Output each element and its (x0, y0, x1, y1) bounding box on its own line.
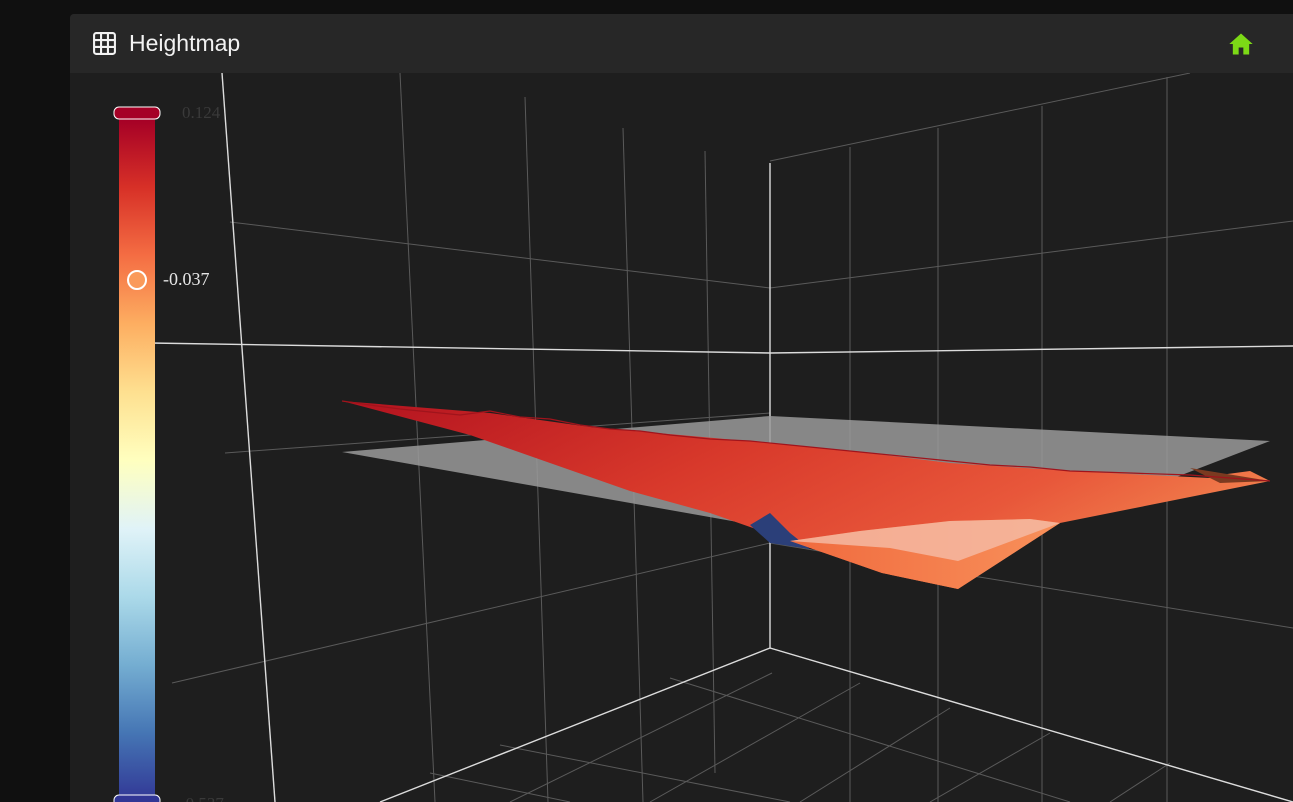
surface-plot[interactable]: 0.124 -0.037 -0.537 (70, 73, 1293, 802)
colorbar[interactable] (113, 106, 161, 802)
colorbar-min-handle[interactable] (113, 794, 161, 802)
grid-icon (93, 32, 116, 55)
colorbar-min-label: -0.537 (180, 794, 224, 802)
floor-grid (429, 647, 1293, 802)
heightmap-panel: Heightmap 0.124 -0.037 (70, 14, 1293, 802)
colorbar-current-marker[interactable] (127, 270, 147, 290)
colorbar-max-handle[interactable] (113, 106, 161, 120)
colorbar-max-label: 0.124 (182, 103, 221, 122)
colorbar-current-label: -0.037 (163, 269, 210, 289)
home-icon[interactable] (1227, 30, 1255, 58)
panel-title: Heightmap (129, 30, 241, 56)
surface-plot-canvas[interactable]: 0.124 -0.037 -0.537 (70, 73, 1293, 802)
colorbar-scale (119, 119, 155, 802)
panel-header: Heightmap (70, 14, 1293, 73)
